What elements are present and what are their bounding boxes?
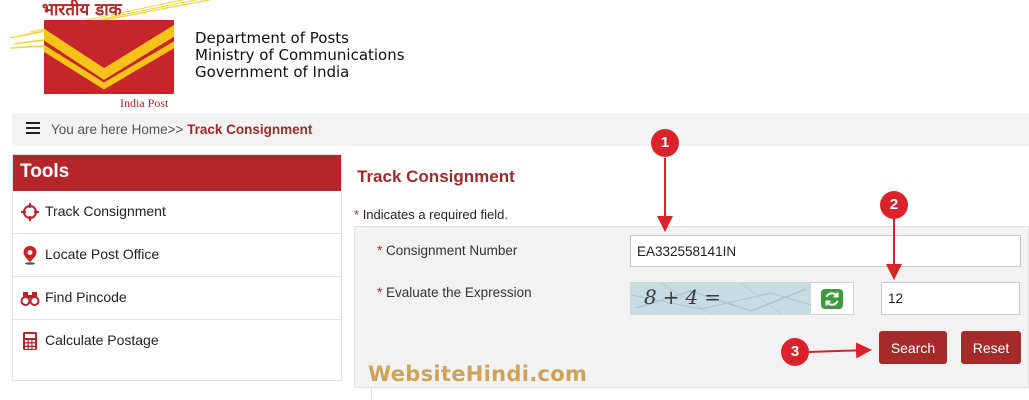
annotation-marker-3: 3: [781, 338, 809, 366]
arrow-3: [807, 342, 872, 359]
annotation-arrows: [657, 158, 902, 359]
annotation-marker-1: 1: [651, 129, 679, 157]
watermark-text: WebsiteHindi.com: [368, 362, 588, 386]
divider: [371, 388, 372, 400]
annotation-marker-2: 2: [880, 191, 908, 219]
